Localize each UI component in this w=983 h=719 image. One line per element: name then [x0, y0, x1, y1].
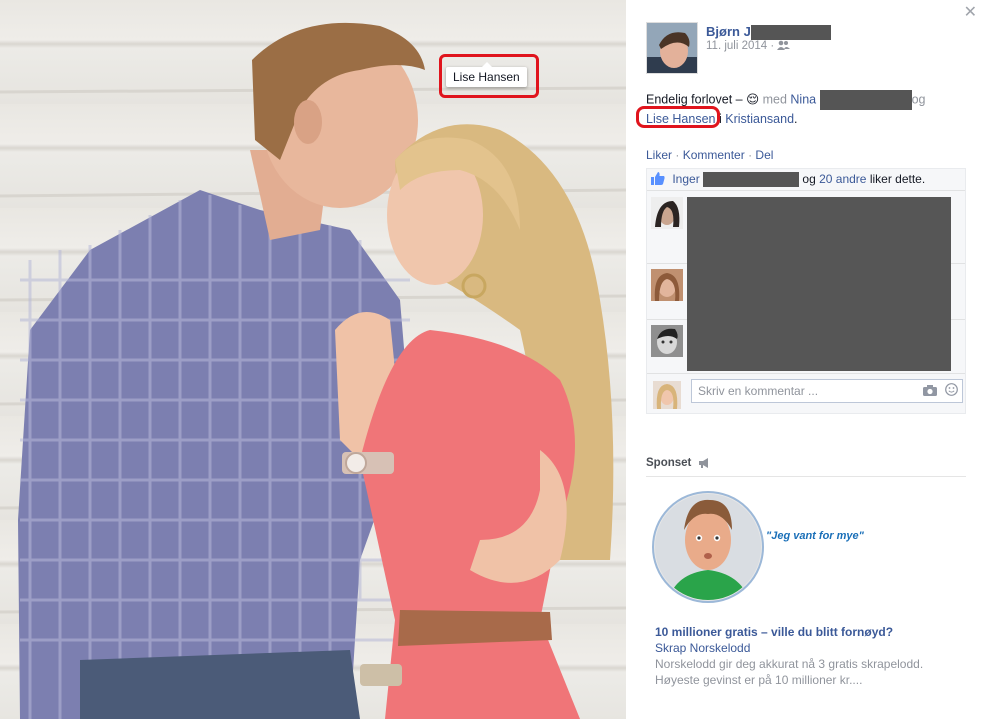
- couple-photo: [0, 22, 626, 719]
- friends-audience-icon[interactable]: [777, 40, 791, 54]
- commenter-avatar[interactable]: [651, 325, 683, 357]
- ad-source-link[interactable]: Skrap Norskelodd: [655, 641, 750, 655]
- commenter-avatar[interactable]: [651, 269, 683, 301]
- ad-image[interactable]: [652, 490, 882, 608]
- post-sidebar: ✕ Bjørn J 11. juli 2014 · Endelig forlov…: [626, 0, 983, 719]
- tag-highlight-box: [636, 106, 720, 128]
- emoji-icon[interactable]: [945, 383, 958, 399]
- current-user-avatar: [653, 381, 681, 409]
- redacted-comments: [687, 197, 951, 371]
- sponsored-header[interactable]: Sponset: [646, 457, 710, 471]
- close-icon[interactable]: ✕: [964, 2, 977, 22]
- redacted-surname: [750, 25, 831, 41]
- comment-divider: [647, 373, 965, 374]
- comment-link[interactable]: Kommenter: [683, 148, 745, 162]
- thumbs-up-icon: [651, 172, 665, 185]
- post-meta: 11. juli 2014 ·: [706, 40, 791, 54]
- author-name[interactable]: Bjørn J: [706, 24, 831, 41]
- like-link[interactable]: Liker: [646, 148, 672, 162]
- divider: [646, 476, 966, 477]
- comment-input[interactable]: Skriv en kommentar ...: [691, 379, 963, 403]
- camera-icon[interactable]: [922, 384, 937, 399]
- ad-title-link[interactable]: 10 millioner gratis – ville du blitt for…: [655, 625, 893, 639]
- post-date[interactable]: 11. juli 2014: [706, 40, 767, 52]
- other-likers-link[interactable]: 20 andre: [819, 172, 866, 186]
- face-tag-tooltip[interactable]: Lise Hansen: [446, 62, 527, 87]
- share-link[interactable]: Del: [755, 148, 773, 162]
- photo-viewer[interactable]: Lise Hansen: [0, 0, 626, 719]
- ad-quote[interactable]: "Jeg vant for mye": [766, 530, 864, 542]
- author-avatar[interactable]: [646, 22, 698, 74]
- redacted-liker-surname: [703, 172, 800, 188]
- megaphone-icon: [698, 458, 710, 471]
- commenter-avatar[interactable]: [651, 197, 683, 229]
- ufi-box: Inger og 20 andre liker dette. Skriv en …: [646, 168, 966, 414]
- post-actions: Liker · Kommenter · Del: [646, 148, 774, 162]
- likes-summary: Inger og 20 andre liker dette.: [647, 169, 965, 191]
- ad-description: Norskelodd gir deg akkurat nå 3 gratis s…: [655, 657, 924, 687]
- first-liker[interactable]: Inger: [672, 172, 699, 186]
- location-link[interactable]: Kristiansand: [725, 112, 794, 126]
- relieved-emoticon: 😌: [746, 92, 760, 107]
- redacted-tag-surname: [819, 90, 912, 110]
- tagged-friend-1[interactable]: Nina: [790, 92, 816, 106]
